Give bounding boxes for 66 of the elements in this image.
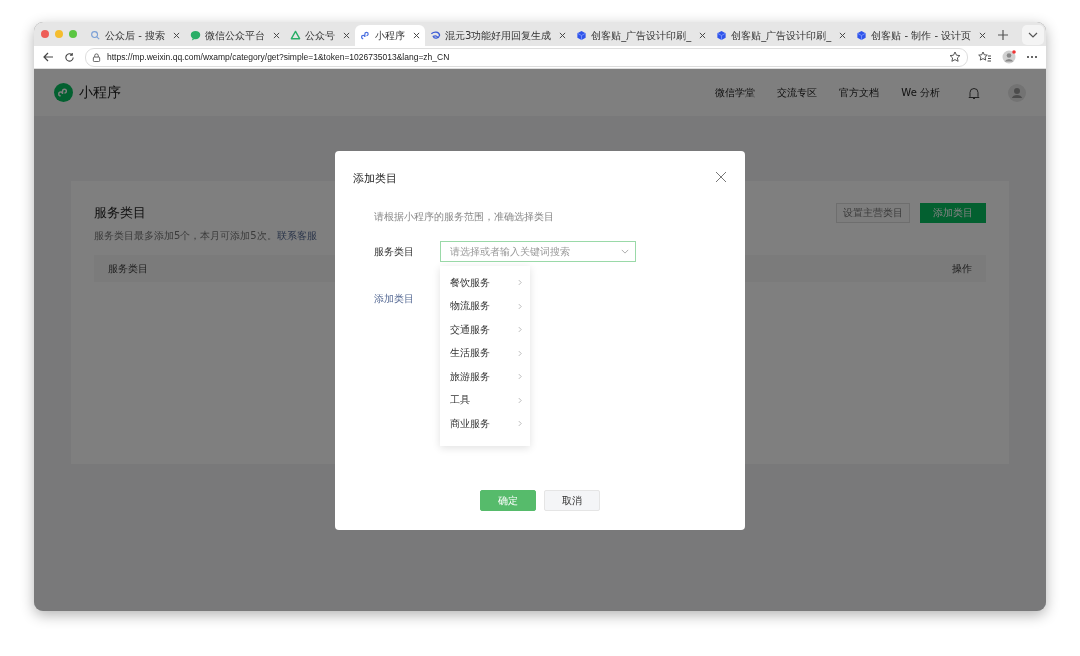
menu-item[interactable]: 交通服务 [440,318,530,342]
close-tab-icon[interactable] [839,32,847,39]
chevron-right-icon [518,420,522,428]
cube-icon [576,30,588,41]
address-field[interactable]: https://mp.weixin.qq.com/wxamp/category/get?simple=1&token=1026735013&lang=zh_CN [85,47,968,67]
add-category-link[interactable]: 添加类目 [374,292,414,306]
nav-link[interactable]: 微信学堂 [715,85,756,100]
chevron-down-icon [621,249,629,254]
chevron-right-icon [518,349,522,357]
cube-icon [716,30,728,41]
close-tab-icon[interactable] [412,32,420,39]
card-title: 服务类目 [94,205,147,222]
close-icon[interactable] [715,170,727,183]
star-icon[interactable] [949,51,961,63]
menu-item[interactable]: 餐饮服务 [440,271,530,295]
nav-link[interactable]: 官方文档 [839,85,880,100]
browser-tab[interactable]: 混元3功能好用回复生成 [424,25,572,46]
link-icon [359,30,371,41]
nav-link[interactable]: 交流专区 [777,85,818,100]
menu-item[interactable]: 工具 [440,388,530,412]
chevron-right-icon [518,279,522,287]
menu-item[interactable]: 商业服务 [440,412,530,436]
chevron-right-icon [518,302,522,310]
chevron-down-icon [1028,32,1038,38]
swirl-icon [429,30,441,41]
profile-icon[interactable] [1002,50,1016,64]
cube-icon [856,30,868,41]
field-label: 服务类目 [374,244,415,259]
close-tab-icon[interactable] [699,32,707,39]
cancel-button[interactable]: 取消 [544,490,600,511]
chevron-right-icon [518,326,522,334]
menu-item[interactable]: 生活服务 [440,341,530,365]
back-icon[interactable] [42,51,54,63]
close-tab-icon[interactable] [342,32,350,39]
close-tab-icon[interactable] [979,32,987,39]
browser-tab[interactable]: 小程序 [354,25,425,46]
hint-text: 请根据小程序的服务范围，准确选择类目 [374,210,555,224]
bell-icon[interactable] [968,85,980,100]
browser-tab[interactable]: 微信公众平台 [184,25,285,46]
browser-tab[interactable]: 公众后 - 搜索 [85,25,185,46]
menu-item[interactable]: 物流服务 [440,294,530,318]
reload-icon[interactable] [64,51,75,63]
browser-tab[interactable]: 创客贴_广告设计印刷_ [571,25,712,46]
more-icon[interactable] [1026,55,1038,59]
chevron-right-icon [518,373,522,381]
app-title: 小程序 [79,83,121,102]
browser-tab[interactable]: 公众号 [284,25,355,46]
browser-tab[interactable]: 创客贴_广告设计印刷_ [711,25,852,46]
chat-bubble-icon [189,30,201,41]
lock-icon [92,52,101,62]
plus-icon[interactable] [997,29,1010,41]
close-tab-icon[interactable] [272,32,280,39]
browser-tab[interactable]: 创客贴 - 制作 - 设计页 [851,25,992,46]
menu-item[interactable]: 旅游服务 [440,365,530,389]
column-header: 服务类目 [108,261,148,276]
nav-link[interactable]: We 分析 [901,85,940,100]
dialog-title: 添加类目 [353,171,397,186]
chevron-right-icon [518,396,522,404]
search-icon [90,30,101,41]
logo-icon [54,83,73,102]
close-window-icon[interactable] [41,30,49,38]
close-tab-icon[interactable] [172,32,180,39]
column-header: 操作 [952,261,972,276]
close-tab-icon[interactable] [559,32,567,39]
favorites-icon[interactable] [978,51,992,63]
url-text: https://mp.weixin.qq.com/wxamp/category/get?simple=1&token=1026735013&lang=zh_CN [107,52,450,62]
